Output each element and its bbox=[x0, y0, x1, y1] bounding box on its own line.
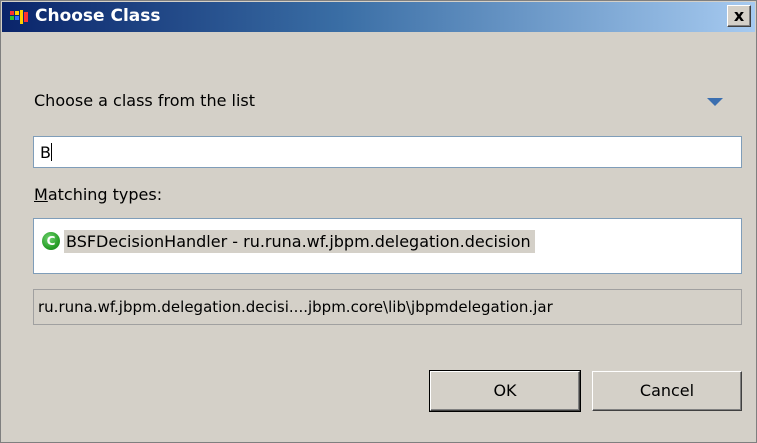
app-icon bbox=[10, 10, 28, 24]
text-cursor bbox=[51, 143, 52, 161]
class-filter-input[interactable] bbox=[33, 136, 742, 168]
list-item[interactable]: C BSFDecisionHandler - ru.runa.wf.jbpm.d… bbox=[42, 228, 535, 254]
matching-types-label: Matching types: bbox=[34, 185, 162, 204]
ok-button[interactable]: OK bbox=[429, 370, 581, 412]
matching-types-label-text: atching types: bbox=[47, 185, 163, 204]
class-icon: C bbox=[42, 232, 60, 250]
cancel-button[interactable]: Cancel bbox=[592, 371, 742, 411]
close-icon: x bbox=[733, 6, 745, 25]
matching-types-list[interactable]: C BSFDecisionHandler - ru.runa.wf.jbpm.d… bbox=[33, 218, 742, 274]
title-bar[interactable]: Choose Class x bbox=[2, 2, 755, 32]
matching-types-mnemonic: M bbox=[34, 185, 48, 204]
window-title: Choose Class bbox=[35, 6, 161, 26]
list-item-label: BSFDecisionHandler - ru.runa.wf.jbpm.del… bbox=[64, 229, 535, 253]
close-button[interactable]: x bbox=[727, 5, 751, 27]
view-menu-dropdown-icon[interactable] bbox=[707, 98, 723, 106]
qualifier-status: ru.runa.wf.jbpm.delegation.decisi....jbp… bbox=[33, 289, 742, 325]
choose-class-dialog: Choose Class x Choose a class from the l… bbox=[0, 0, 757, 443]
instruction-label: Choose a class from the list bbox=[34, 91, 256, 110]
